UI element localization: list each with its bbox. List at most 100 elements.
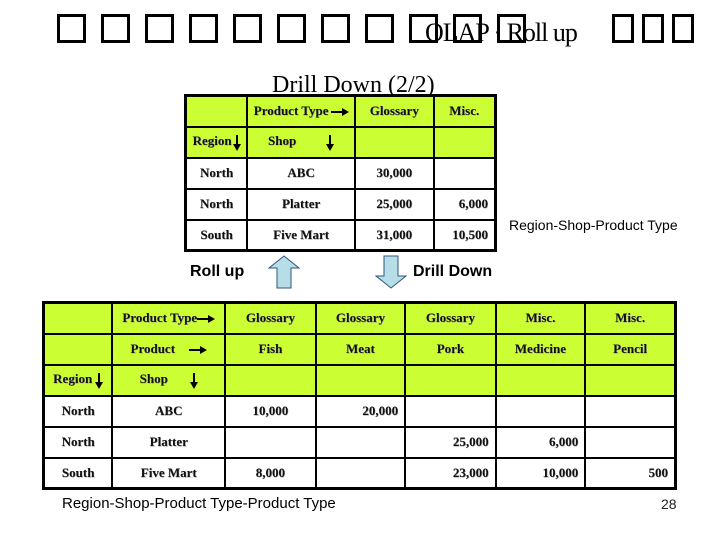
header-cell: Misc. — [494, 301, 587, 335]
cell-value: 23,000 — [404, 456, 497, 490]
missing-glyph-icon — [101, 14, 130, 43]
cell-value: 10,000 — [494, 456, 587, 490]
header-cell — [314, 363, 407, 397]
header-label: Product — [130, 341, 176, 356]
cell-value — [314, 456, 407, 490]
missing-glyph-icon — [233, 14, 262, 43]
header-row-dimensions: Region Shop — [42, 363, 677, 397]
header-cell: Misc. — [432, 94, 497, 128]
header-cell: Glossary — [354, 94, 435, 128]
header-cell: Glossary — [224, 301, 317, 335]
table-row: South Five Mart 31,000 10,500 — [184, 218, 497, 252]
missing-glyph-icon — [321, 14, 350, 43]
page-number: 28 — [661, 496, 677, 512]
cell-value: 31,000 — [354, 218, 435, 252]
cell-value — [404, 394, 497, 428]
header-cell-product: Product — [111, 332, 227, 366]
cell-value: 6,000 — [432, 187, 497, 221]
cell-shop: Platter — [111, 425, 227, 459]
table-row: North ABC 30,000 — [184, 156, 497, 190]
cell-region: North — [184, 187, 249, 221]
header-cell: Glossary — [404, 301, 497, 335]
header-label: Shop — [139, 371, 168, 387]
arrow-down-icon — [232, 134, 241, 151]
table-row: South Five Mart 8,000 23,000 10,000 500 — [42, 456, 677, 490]
cell-region: North — [42, 425, 114, 459]
header-cell — [42, 301, 114, 335]
cell-shop: Five Mart — [111, 456, 227, 490]
cell-shop: Five Mart — [246, 218, 357, 252]
missing-glyph-icon — [189, 14, 218, 43]
cell-value — [224, 425, 317, 459]
arrow-down-icon — [326, 134, 335, 151]
drill-down-label: Drill Down — [413, 263, 493, 280]
missing-glyph-icon — [277, 14, 306, 43]
header-row-product-type: Product Type Glossary Misc. — [184, 94, 497, 128]
table-row: North ABC 10,000 20,000 — [42, 394, 677, 428]
header-label: Product Type — [253, 103, 329, 119]
cell-value — [314, 425, 407, 459]
arrow-down-icon — [95, 372, 104, 389]
arrow-right-icon — [330, 108, 349, 117]
header-label: Shop — [268, 133, 297, 149]
arrow-right-icon — [189, 346, 208, 355]
header-cell — [494, 363, 587, 397]
cell-value — [584, 425, 677, 459]
table1-caption: Region-Shop-Product Type — [509, 217, 678, 233]
cell-value — [494, 394, 587, 428]
header-cell-shop: Shop — [246, 125, 357, 159]
detail-table: Product Type Glossary Glossary Glossary … — [42, 301, 677, 490]
header-cell-product-type: Product Type — [111, 301, 227, 335]
table2-caption: Region-Shop-Product Type-Product Type — [62, 495, 336, 512]
header-cell — [404, 363, 497, 397]
header-cell — [42, 332, 114, 366]
missing-glyph-icon — [365, 14, 394, 43]
title-text: OLAP · Roll up — [425, 18, 578, 47]
header-cell-product-type: Product Type — [246, 94, 357, 128]
header-cell — [432, 125, 497, 159]
header-cell: Medicine — [494, 332, 587, 366]
header-cell — [584, 363, 677, 397]
summary-table: Product Type Glossary Misc. Region Shop … — [184, 94, 497, 252]
table-row: North Platter 25,000 6,000 — [184, 187, 497, 221]
cell-region: North — [184, 156, 249, 190]
missing-glyph-icon — [672, 14, 694, 43]
cell-value: 500 — [584, 456, 677, 490]
header-cell: Pork — [404, 332, 497, 366]
cell-value: 10,000 — [224, 394, 317, 428]
missing-glyph-icon — [145, 14, 174, 43]
cell-value: 30,000 — [354, 156, 435, 190]
cell-value: 20,000 — [314, 394, 407, 428]
header-cell: Glossary — [314, 301, 407, 335]
cell-value — [432, 156, 497, 190]
cell-region: North — [42, 394, 114, 428]
header-cell: Pencil — [584, 332, 677, 366]
header-label: Region — [192, 133, 232, 149]
cell-shop: ABC — [246, 156, 357, 190]
header-cell-region: Region — [184, 125, 249, 159]
cell-shop: ABC — [111, 394, 227, 428]
cell-value: 6,000 — [494, 425, 587, 459]
cell-value: 10,500 — [432, 218, 497, 252]
missing-glyph-icon — [612, 14, 634, 43]
cell-value — [584, 394, 677, 428]
header-cell — [184, 94, 249, 128]
header-row-product-type: Product Type Glossary Glossary Glossary … — [42, 301, 677, 335]
cell-value: 8,000 — [224, 456, 317, 490]
header-cell-region: Region — [42, 363, 114, 397]
header-cell: Misc. — [584, 301, 677, 335]
header-cell-shop: Shop — [111, 363, 227, 397]
header-cell — [224, 363, 317, 397]
cell-value: 25,000 — [354, 187, 435, 221]
arrow-down-icon — [189, 372, 198, 389]
header-cell — [354, 125, 435, 159]
missing-glyph-icon — [642, 14, 664, 43]
cell-value: 25,000 — [404, 425, 497, 459]
header-label: Region — [53, 371, 93, 387]
missing-glyph-icon — [57, 14, 86, 43]
cell-region: South — [42, 456, 114, 490]
cell-shop: Platter — [246, 187, 357, 221]
drill-down-arrow-icon — [375, 255, 407, 289]
table-row: North Platter 25,000 6,000 — [42, 425, 677, 459]
roll-up-arrow-icon — [268, 255, 300, 289]
